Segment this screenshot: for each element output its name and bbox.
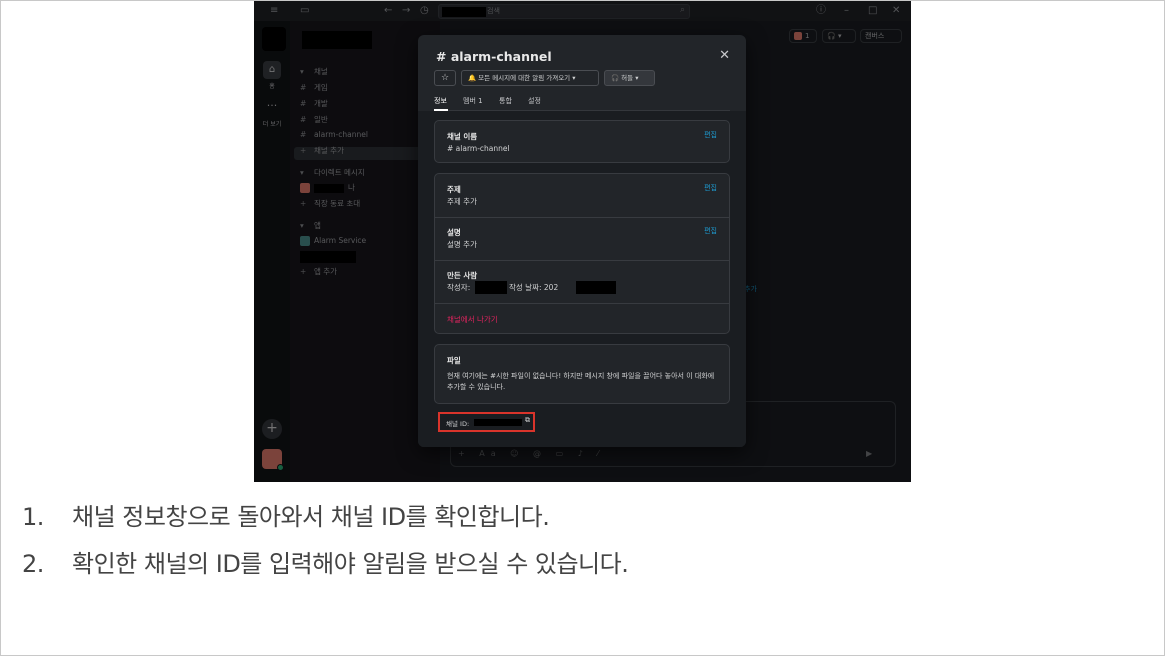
instruction-step: 1. 채널 정보창으로 돌아와서 채널 ID를 확인합니다. [22,497,550,532]
copy-icon[interactable]: ⧉ [525,416,530,425]
channel-details-card: 주제 편집 주제 추가 설명 편집 설명 추가 만든 사람 작성자: 작성 날짜… [434,173,730,334]
redacted-block [576,281,616,294]
step-number: 2. [22,550,44,578]
files-label: 파일 [447,356,461,365]
redacted-block [474,419,522,426]
tab-integrations[interactable]: 통합 [499,96,512,106]
files-empty-text: 현재 여기에는 #시한 파일이 없습니다! 하지만 메시지 창에 파일을 끌어다… [447,372,715,391]
channel-id-label: 채널 ID: [446,420,470,428]
notification-dropdown[interactable]: 🔔 모든 메시지에 대한 알림 가져오기 ▾ [461,70,599,86]
chevron-down-icon: ▾ [633,74,639,82]
channel-name-card[interactable]: 채널 이름 편집 # alarm-channel [434,120,730,163]
step-text: 확인한 채널의 ID를 입력해야 알림을 받으실 수 있습니다. [72,550,629,578]
modal-title: # alarm-channel [436,49,552,64]
creator-by: 작성자: [447,283,471,292]
topic-section[interactable]: 주제 편집 주제 추가 [435,174,729,217]
step-number: 1. [22,503,44,531]
channel-name-label: 채널 이름 [447,132,478,141]
description-section[interactable]: 설명 편집 설명 추가 [435,217,729,260]
channel-details-modal: # alarm-channel ✕ ☆ 🔔 모든 메시지에 대한 알림 가져오기… [418,35,746,447]
leave-channel-button[interactable]: 채널에서 나가기 [447,314,498,325]
creator-label: 만든 사람 [447,271,478,280]
edit-topic-link[interactable]: 편집 [704,183,717,193]
created-date: 작성 날짜: 202 [509,283,559,292]
tab-info[interactable]: 정보 [434,96,447,106]
edit-channel-name-link[interactable]: 편집 [704,130,717,140]
bell-icon: 🔔 [468,74,479,82]
topic-label: 주제 [447,185,461,194]
edit-description-link[interactable]: 편집 [704,226,717,236]
huddle-button[interactable]: 🎧 허들 ▾ [604,70,655,86]
star-button[interactable]: ☆ [434,70,456,86]
tab-members[interactable]: 멤버 1 [463,96,483,106]
tab-settings[interactable]: 설정 [528,96,541,106]
close-icon[interactable]: ✕ [719,49,730,63]
chevron-down-icon: ▾ [570,74,576,82]
creator-section: 만든 사람 작성자: 작성 날짜: 202 [435,260,729,303]
modal-body: 채널 이름 편집 # alarm-channel 주제 편집 주제 추가 설명 … [418,111,746,447]
redacted-block [475,281,507,294]
topic-value: 주제 추가 [447,197,477,206]
description-value: 설명 추가 [447,240,477,249]
instruction-step: 2. 확인한 채널의 ID를 입력해야 알림을 받으실 수 있습니다. [22,544,629,579]
description-label: 설명 [447,228,461,237]
channel-name-value: # alarm-channel [447,144,510,153]
step-text: 채널 정보창으로 돌아와서 채널 ID를 확인합니다. [72,503,550,531]
channel-id-highlight[interactable]: 채널 ID: ⧉ [438,412,535,432]
headphones-icon: 🎧 [611,74,622,82]
divider [435,303,729,304]
files-card: 파일 현재 여기에는 #시한 파일이 없습니다! 하지만 메시지 창에 파일을 … [434,344,730,404]
